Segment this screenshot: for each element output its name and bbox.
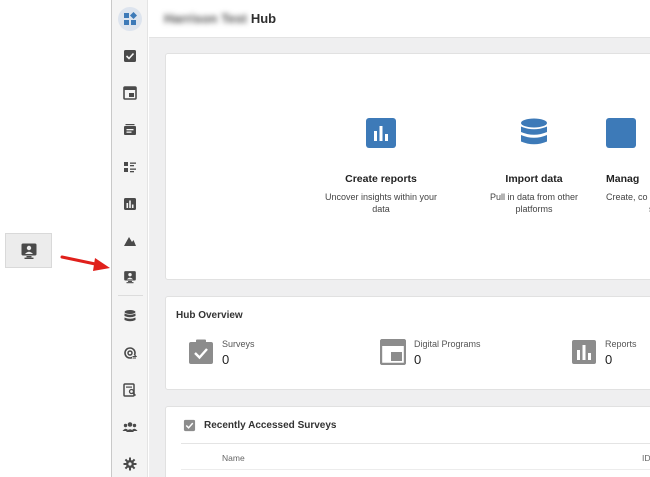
overview-reports[interactable]: Reports 0 — [571, 339, 637, 367]
database-icon[interactable] — [121, 307, 139, 325]
action-create-reports[interactable]: Create reports Uncover insights within y… — [321, 118, 441, 215]
annotation-arrow — [60, 255, 110, 271]
mountain-icon[interactable] — [121, 232, 139, 250]
divider — [181, 469, 650, 470]
recent-surveys-card: Recently Accessed Surveys Name ID — [165, 406, 650, 477]
hub-overview-card: Hub Overview Surveys 0 Digital Programs … — [165, 296, 650, 390]
action-description: Pull in data from other platforms — [489, 192, 579, 214]
action-title: Create reports — [345, 173, 417, 185]
action-title: Manag — [606, 173, 640, 185]
kiosk-icon[interactable] — [121, 268, 139, 286]
quick-actions-card: Create reports Uncover insights within y… — [165, 53, 650, 280]
window-icon — [380, 339, 406, 365]
action-description: Create, co — [606, 192, 648, 202]
kiosk-icon — [21, 243, 36, 259]
overview-label: Surveys — [222, 339, 255, 349]
org-name: Harrison Test — [164, 11, 247, 26]
list-icon[interactable] — [121, 158, 139, 176]
overview-count: 0 — [605, 352, 613, 367]
top-header: Harrison Test Hub — [149, 0, 650, 38]
sidebar — [111, 0, 148, 477]
bar-chart-icon — [366, 118, 396, 148]
divider — [181, 443, 650, 444]
overview-surveys[interactable]: Surveys 0 — [188, 339, 255, 367]
page-title-text: Hub — [250, 11, 277, 26]
at-sync-icon[interactable] — [121, 344, 139, 362]
overview-label: Reports — [605, 339, 637, 349]
gear-icon[interactable] — [121, 455, 139, 473]
hub-overview-title: Hub Overview — [176, 310, 243, 321]
overview-label: Digital Programs — [414, 339, 481, 349]
survey-icon — [188, 339, 214, 365]
hub-logo-icon[interactable] — [118, 7, 142, 31]
column-header-id[interactable]: ID — [642, 453, 650, 463]
overview-count: 0 — [414, 352, 422, 367]
column-header-name[interactable]: Name — [222, 453, 245, 463]
manage-icon — [606, 118, 636, 148]
recent-surveys-header: Recently Accessed Surveys — [183, 419, 337, 432]
checklist-icon — [183, 419, 196, 432]
recent-surveys-title: Recently Accessed Surveys — [204, 420, 337, 431]
page-title: Harrison Test Hub — [164, 11, 276, 26]
overview-count: 0 — [222, 352, 230, 367]
screenshot-stage: Harrison Test Hub Create reports Uncover… — [0, 0, 650, 477]
action-manage[interactable]: Manag Create, co s — [606, 118, 650, 215]
contacts-icon[interactable] — [121, 121, 139, 139]
search-report-icon[interactable] — [121, 381, 139, 399]
kiosk-icon-callout — [5, 233, 52, 268]
window-icon[interactable] — [121, 84, 139, 102]
action-title: Import data — [505, 173, 563, 185]
sidebar-divider — [118, 295, 143, 296]
main-content: Create reports Uncover insights within y… — [149, 38, 650, 477]
action-description-line2: s — [606, 203, 650, 215]
database-icon — [519, 118, 549, 148]
action-import-data[interactable]: Import data Pull in data from other plat… — [474, 118, 594, 215]
bar-chart-icon — [571, 339, 597, 365]
users-icon[interactable] — [121, 418, 139, 436]
overview-digital-programs[interactable]: Digital Programs 0 — [380, 339, 481, 367]
bar-chart-icon[interactable] — [121, 195, 139, 213]
action-description: Uncover insights within your data — [324, 192, 438, 214]
checklist-icon[interactable] — [121, 47, 139, 65]
